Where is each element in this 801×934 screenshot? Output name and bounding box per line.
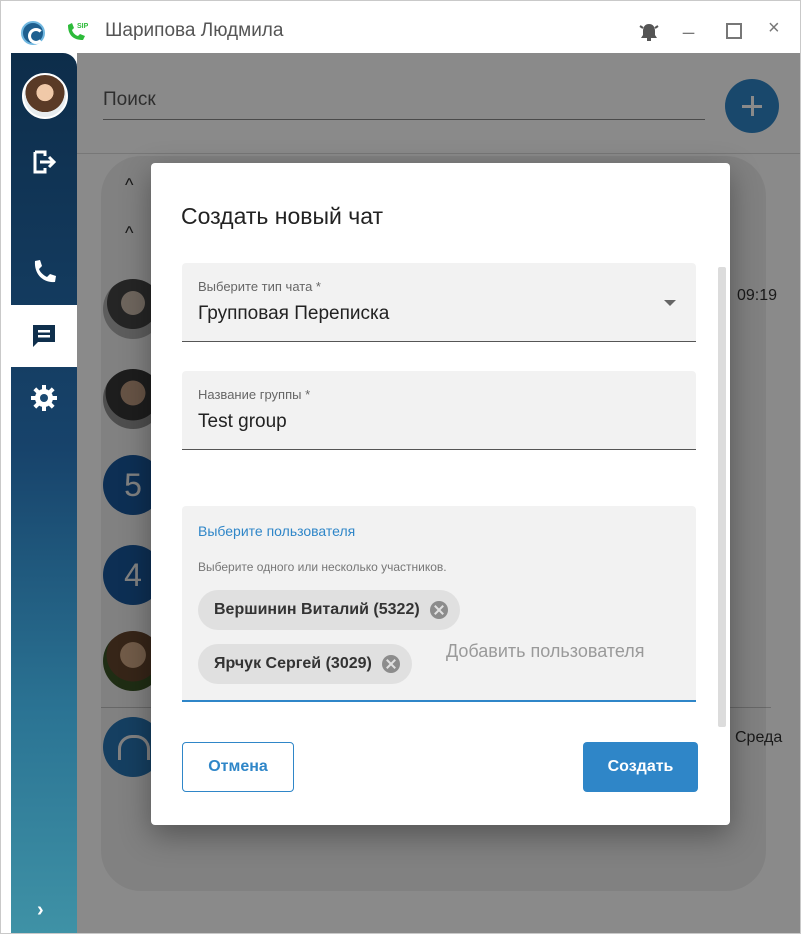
- add-user-input[interactable]: Добавить пользователя: [446, 641, 680, 662]
- user-chip[interactable]: Вершинин Виталий (5322): [198, 590, 460, 630]
- minimize-icon[interactable]: _: [683, 13, 694, 36]
- user-chip-label: Ярчук Сергей (3029): [214, 655, 372, 672]
- user-avatar[interactable]: [22, 73, 68, 119]
- expand-sidebar-icon[interactable]: ›: [37, 899, 44, 922]
- window-title: Шарипова Людмила: [105, 20, 284, 41]
- group-name-label: Название группы *: [198, 387, 311, 402]
- remove-chip-icon[interactable]: [429, 601, 448, 619]
- create-chat-dialog: Создать новый чат Выберите тип чата * Гр…: [151, 163, 730, 825]
- chat-type-select[interactable]: Выберите тип чата * Групповая Переписка: [182, 263, 696, 342]
- dropdown-arrow-icon: [664, 300, 676, 306]
- app-window: SIP Шарипова Людмила _ × › Поиск ^ ^ 09:…: [0, 0, 801, 934]
- create-button[interactable]: Создать: [583, 742, 698, 792]
- sip-badge: SIP: [77, 23, 89, 30]
- chat-type-value: Групповая Переписка: [198, 303, 390, 324]
- logout-icon[interactable]: [29, 147, 59, 177]
- settings-icon[interactable]: [29, 383, 59, 413]
- maximize-icon[interactable]: [726, 23, 742, 39]
- group-name-field[interactable]: Название группы * Test group: [182, 371, 696, 450]
- title-bar: SIP Шарипова Людмила _ ×: [1, 1, 800, 53]
- chat-type-label: Выберите тип чата *: [198, 279, 321, 294]
- user-chip[interactable]: Ярчук Сергей (3029): [198, 644, 412, 684]
- users-hint: Выберите одного или несколько участников…: [198, 560, 447, 574]
- users-select-field[interactable]: Выберите пользователя Выберите одного ил…: [182, 506, 696, 702]
- sidebar: ›: [11, 53, 77, 933]
- user-chip-label: Вершинин Виталий (5322): [214, 601, 420, 618]
- bell-icon[interactable]: [638, 21, 660, 43]
- dialog-title: Создать новый чат: [181, 203, 384, 229]
- dialog-scrollbar[interactable]: [718, 267, 726, 727]
- phone-icon[interactable]: [29, 257, 59, 287]
- group-name-value: Test group: [198, 411, 287, 432]
- users-label: Выберите пользователя: [198, 523, 356, 539]
- remove-chip-icon[interactable]: [381, 655, 400, 673]
- sip-phone-icon[interactable]: SIP: [63, 19, 89, 45]
- close-icon[interactable]: ×: [768, 17, 780, 40]
- chat-icon: [29, 321, 59, 351]
- app-logo-icon: [21, 21, 45, 45]
- sidebar-item-chats[interactable]: [11, 305, 77, 367]
- cancel-button[interactable]: Отмена: [182, 742, 294, 792]
